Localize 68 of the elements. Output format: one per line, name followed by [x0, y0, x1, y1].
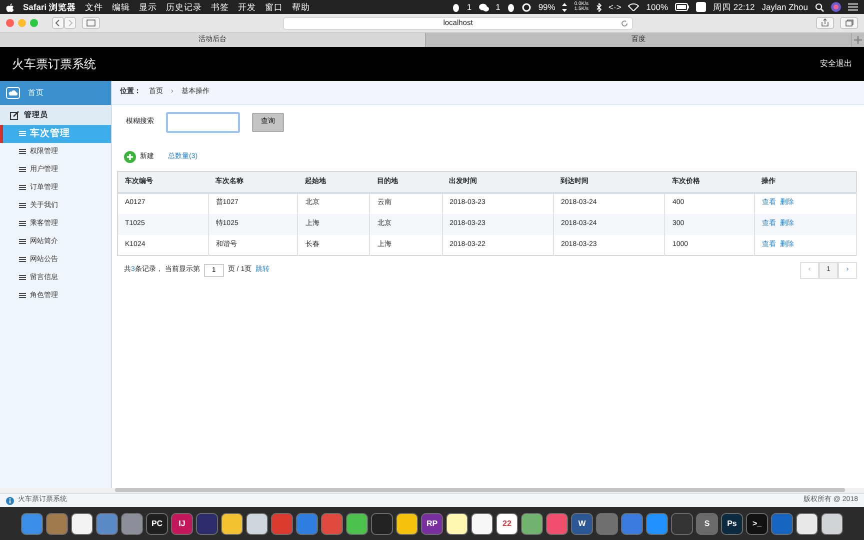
dock-app-icon[interactable] — [396, 512, 418, 534]
menu-item[interactable]: 显示 — [139, 0, 157, 14]
apple-icon[interactable] — [6, 2, 14, 12]
menu-item[interactable]: 帮助 — [292, 0, 310, 14]
wifi-icon[interactable] — [628, 3, 640, 11]
list-icon — [19, 221, 26, 227]
dock-app-icon[interactable] — [221, 512, 243, 534]
dock-app-icon[interactable]: PC — [146, 512, 168, 534]
sidebar-icon[interactable] — [82, 17, 100, 29]
list-icon — [19, 167, 26, 173]
edit-icon — [10, 110, 19, 120]
dock-app-icon[interactable] — [446, 512, 468, 534]
menu-item[interactable]: 编辑 — [112, 0, 130, 14]
bluetooth-icon[interactable] — [596, 2, 602, 12]
clock[interactable]: 周四 22:12 — [713, 0, 755, 14]
ring-icon[interactable] — [522, 2, 532, 12]
site-title: 火车票订票系统 — [12, 56, 96, 72]
dock-app-icon[interactable] — [821, 512, 843, 534]
logout-link[interactable]: 安全退出 — [820, 58, 852, 70]
cloud-icon[interactable] — [6, 87, 20, 99]
scrollbar-thumb[interactable] — [115, 488, 845, 492]
list-icon — [19, 239, 26, 245]
list-icon — [19, 293, 26, 299]
plus-icon — [124, 151, 136, 163]
status-text[interactable]: 1 — [496, 0, 500, 14]
list-icon — [19, 149, 26, 155]
dock-app-icon[interactable]: S — [696, 512, 718, 534]
menu-item[interactable]: 窗口 — [265, 0, 283, 14]
dock-app-icon[interactable]: W — [571, 512, 593, 534]
search-icon[interactable] — [815, 2, 824, 12]
status-text[interactable]: 99% — [538, 0, 556, 14]
new-tab-icon[interactable] — [852, 33, 864, 47]
user-name[interactable]: Jaylan Zhou — [762, 0, 808, 14]
status-text[interactable]: 1 — [466, 0, 472, 14]
list-icon — [19, 131, 26, 137]
menu-item[interactable]: 文件 — [85, 0, 103, 14]
dock-app-icon[interactable]: IJ — [171, 512, 193, 534]
app-menu[interactable]: Safari 浏览器 — [23, 0, 76, 14]
list-icon — [19, 203, 26, 209]
reload-icon[interactable] — [621, 20, 628, 26]
dock-app-icon[interactable]: Ps — [721, 512, 743, 534]
search-field[interactable] — [166, 112, 240, 133]
list-icon — [19, 275, 26, 281]
list-icon[interactable] — [848, 3, 858, 11]
updown-arrow-icon[interactable] — [562, 2, 568, 12]
siri-icon[interactable] — [831, 2, 841, 12]
list-icon — [19, 257, 26, 263]
dock-app-icon[interactable] — [346, 512, 368, 534]
chat-icon[interactable] — [478, 2, 489, 12]
status-text[interactable]: <·> — [608, 0, 622, 14]
dock-app-icon[interactable] — [521, 512, 543, 534]
list-icon — [19, 185, 26, 191]
menu-item[interactable]: 开发 — [238, 0, 256, 14]
menu-item[interactable]: 书签 — [211, 0, 229, 14]
dock-app-icon[interactable]: 22 — [496, 512, 518, 534]
status-text[interactable]: 100% — [646, 0, 668, 14]
back-icon[interactable] — [52, 17, 64, 29]
tabs-icon[interactable] — [840, 17, 858, 29]
dock-app-icon[interactable] — [471, 512, 493, 534]
info-icon — [6, 496, 14, 504]
menu-item[interactable]: 历史记录 — [166, 0, 202, 14]
dock-app-icon[interactable] — [246, 512, 268, 534]
battery-icon[interactable] — [675, 3, 690, 11]
dock-app-icon[interactable]: RP — [421, 512, 443, 534]
dock-app-icon[interactable] — [796, 512, 818, 534]
share-icon[interactable] — [816, 17, 834, 29]
dock-app-icon[interactable] — [71, 512, 93, 534]
dock-app-icon[interactable]: >_ — [746, 512, 768, 534]
